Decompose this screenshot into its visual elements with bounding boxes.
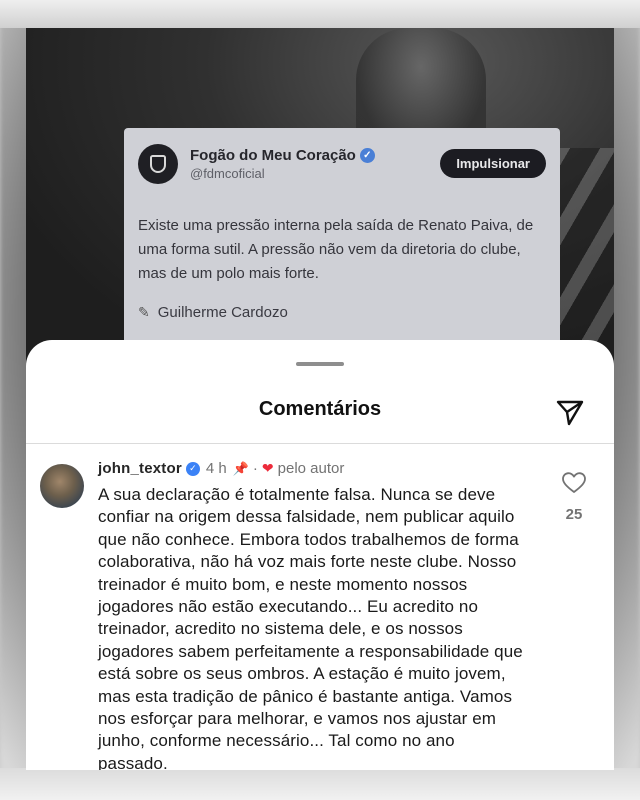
backdrop-bottom — [0, 768, 640, 800]
author-heart-icon: ❤ — [261, 460, 274, 476]
tweet-account-name: Fogão do Meu Coração ✓ — [190, 147, 440, 164]
comment-meta: john_textor ✓ 4 h 📌 · ❤ pelo autor — [98, 460, 344, 477]
verified-icon: ✓ — [185, 461, 200, 476]
tweet-credit-name: Guilherme Cardozo — [157, 304, 288, 321]
tweet-avatar — [138, 144, 178, 184]
verified-badge-icon: ✓ — [359, 148, 375, 163]
tweet-credit: ✎ Guilherme Cardozo — [138, 304, 546, 321]
tweet-text: Existe uma pressão interna pela saída de… — [138, 217, 534, 282]
sheet-title: Comentários — [258, 398, 382, 420]
backdrop-top — [0, 0, 640, 28]
tweet-handle: @fdmcoficial — [190, 166, 265, 181]
shield-icon — [150, 155, 166, 173]
embedded-tweet: Fogão do Meu Coração ✓ @fdmcoficial Impu… — [124, 128, 560, 368]
sheet-drag-handle[interactable] — [296, 362, 344, 366]
heart-icon[interactable] — [562, 472, 586, 494]
like-count: 25 — [565, 506, 583, 523]
pin-icon: 📌 — [232, 460, 249, 476]
tweet-header: Fogão do Meu Coração ✓ @fdmcoficial Impu… — [138, 144, 546, 184]
comment-time: 4 h — [205, 460, 227, 477]
boost-button[interactable]: Impulsionar — [440, 148, 546, 178]
pen-icon: ✎ — [138, 304, 150, 320]
sheet-divider — [26, 443, 614, 444]
liked-by-author: pelo autor — [277, 460, 345, 477]
comments-sheet: Comentários john_textor ✓ 4 h 📌 · ❤ pelo… — [26, 340, 614, 770]
comment-username[interactable]: john_textor — [98, 460, 182, 477]
avatar[interactable] — [40, 464, 84, 508]
tweet-account-label: Fogão do Meu Coração — [190, 147, 356, 164]
post-screenshot: Fogão do Meu Coração ✓ @fdmcoficial Impu… — [26, 28, 614, 770]
meta-separator: · — [252, 460, 258, 477]
send-icon[interactable] — [554, 396, 586, 428]
comment-text: A sua declaração é totalmente falsa. Nun… — [98, 485, 523, 770]
tweet-names: Fogão do Meu Coração ✓ @fdmcoficial — [190, 147, 440, 181]
